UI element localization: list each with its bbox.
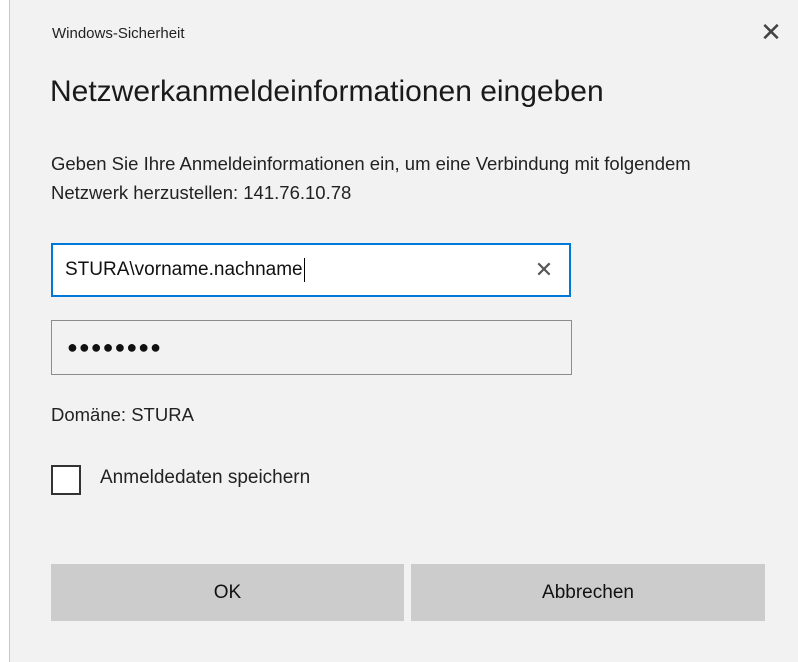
password-masked-value: ●●●●●●●● <box>67 337 162 357</box>
clear-input-icon[interactable]: ✕ <box>531 257 557 283</box>
username-text: STURA\vorname.nachname <box>65 259 303 280</box>
ok-button[interactable]: OK <box>51 564 404 621</box>
close-icon[interactable]: ✕ <box>756 17 786 47</box>
remember-credentials-label[interactable]: Anmeldedaten speichern <box>100 467 310 489</box>
username-field[interactable]: STURA\vorname.nachname ✕ <box>51 243 571 297</box>
password-field[interactable]: ●●●●●●●● <box>51 320 572 375</box>
dialog-heading: Netzwerkanmeldeinformationen eingeben <box>50 75 604 108</box>
window-title: Windows-Sicherheit <box>52 25 185 42</box>
credential-dialog: Windows-Sicherheit ✕ Netzwerkanmeldeinfo… <box>9 0 798 662</box>
dialog-description: Geben Sie Ihre Anmeldeinformationen ein,… <box>51 153 691 203</box>
checkbox-box[interactable] <box>51 465 81 495</box>
domain-label: Domäne: STURA <box>51 404 194 425</box>
text-caret <box>303 257 305 282</box>
cancel-button[interactable]: Abbrechen <box>411 564 765 621</box>
username-value[interactable]: STURA\vorname.nachname <box>65 245 305 295</box>
